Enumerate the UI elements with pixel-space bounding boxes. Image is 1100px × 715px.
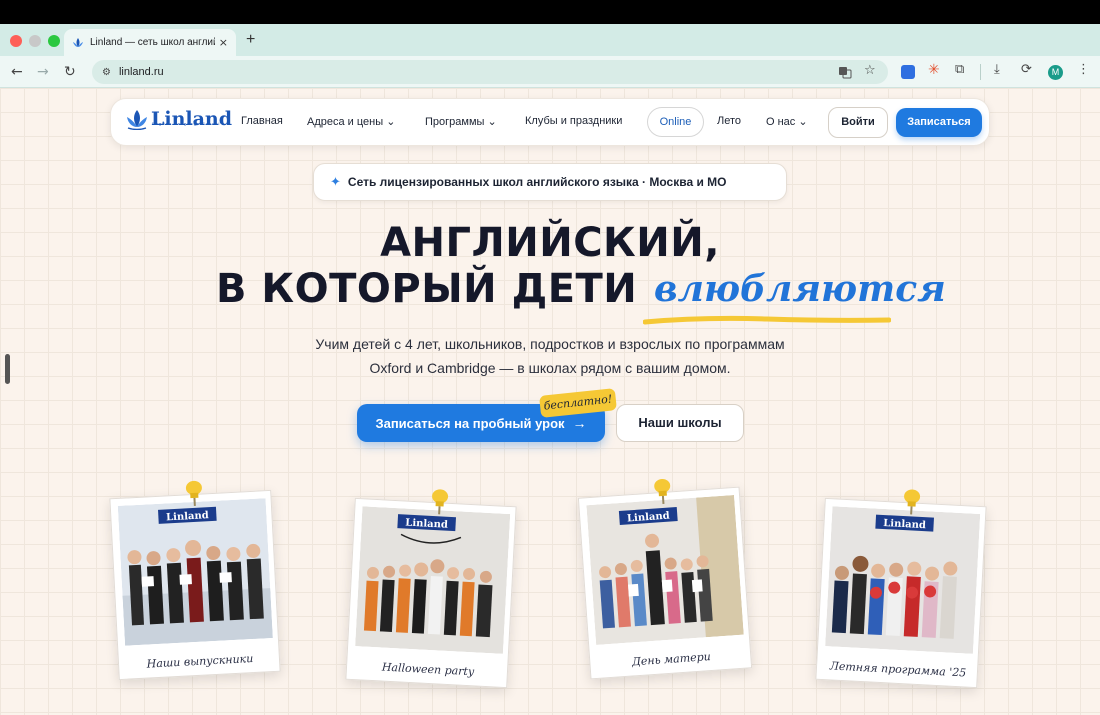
- login-button[interactable]: Войти: [828, 107, 888, 138]
- gallery-card-mothers-day[interactable]: Linland День матери: [577, 478, 753, 680]
- pushpin-icon: [185, 480, 202, 506]
- gallery-caption: Наши выпускники: [146, 652, 254, 671]
- nav-about-label: О нас: [766, 116, 796, 128]
- gallery-photo: Linland: [355, 506, 511, 654]
- site-settings-icon[interactable]: ⚙: [102, 67, 111, 78]
- new-tab-button[interactable]: +: [246, 31, 255, 49]
- nav-clubs[interactable]: Клубы и праздники: [525, 115, 622, 127]
- gallery-card-graduates[interactable]: Linland Наши выпускники: [109, 480, 281, 681]
- arrow-right-icon: →: [572, 415, 587, 431]
- browser-menu-icon[interactable]: ⋮: [1077, 62, 1090, 77]
- gallery-photo: Linland: [825, 506, 981, 654]
- nav-home[interactable]: Главная: [241, 115, 283, 127]
- maximize-window-button[interactable]: [48, 35, 60, 47]
- gallery-caption: Летняя программа '25: [829, 659, 967, 680]
- profile-avatar[interactable]: M: [1048, 65, 1063, 80]
- tab-close-icon[interactable]: ×: [219, 36, 228, 49]
- pushpin-icon: [432, 489, 449, 515]
- nav-online[interactable]: Online: [647, 107, 704, 137]
- performance-icon[interactable]: ⟳: [1021, 62, 1032, 77]
- trial-lesson-label: Записаться на пробный урок: [375, 415, 565, 431]
- logo-wordmark: Linland: [151, 108, 233, 130]
- hero-title-line1: АНГЛИЙСКИЙ,: [380, 220, 720, 266]
- logo-subtitle: English Language School: [152, 121, 221, 126]
- gallery-caption: День матери: [631, 650, 712, 669]
- reload-icon[interactable]: ↻: [64, 64, 76, 80]
- gallery-photo: Linland: [117, 498, 273, 646]
- browser-toolbar: ← → ↻ ⚙ linland.ru ☆ ✳ ⧉ ⤓ ⟳ ⋮: [0, 56, 1100, 88]
- lotus-logo-icon: [127, 110, 147, 130]
- hero-pill: ✦ Сеть лицензированных школ английского …: [313, 163, 787, 201]
- nav-about[interactable]: О нас ⌄: [766, 115, 808, 128]
- nav-addresses-prices[interactable]: Адреса и цены ⌄: [307, 115, 395, 128]
- address-bar[interactable]: ⚙ linland.ru: [92, 60, 888, 84]
- back-icon[interactable]: ←: [11, 64, 23, 80]
- chevron-down-icon: ⌄: [487, 116, 497, 128]
- close-window-button[interactable]: [10, 35, 22, 47]
- hero-title-line2: В КОТОРЫЙ ДЕТИ: [216, 266, 638, 312]
- translate-icon[interactable]: [838, 65, 852, 79]
- pushpin-icon: [904, 489, 921, 515]
- nav-programs[interactable]: Программы ⌄: [425, 115, 497, 128]
- free-badge: бесплатно!: [539, 388, 617, 418]
- forward-icon[interactable]: →: [37, 64, 49, 80]
- title-underline: [643, 315, 891, 325]
- hero-subtitle-line2: Oxford и Cambridge — в школах рядом с ва…: [369, 360, 731, 376]
- our-schools-button[interactable]: Наши школы: [616, 404, 744, 442]
- tab-title: Linland — сеть школ английск: [90, 37, 215, 48]
- extension-icon[interactable]: [901, 65, 915, 79]
- photo-banner: Linland: [883, 518, 926, 531]
- nav-programs-label: Программы: [425, 116, 485, 128]
- chevron-down-icon: ⌄: [798, 116, 808, 128]
- url-text: linland.ru: [118, 66, 164, 78]
- photo-banner: Linland: [166, 510, 209, 523]
- photo-banner: Linland: [405, 518, 448, 531]
- web-page: Linland English Language School Главная …: [0, 88, 1100, 715]
- pill-text: Сеть лицензированных школ английского яз…: [347, 175, 727, 189]
- gallery-card-summer[interactable]: Linland Летняя программа '25: [815, 489, 987, 689]
- toolbar-divider: [980, 64, 981, 80]
- nav-addresses-label: Адреса и цены: [307, 116, 384, 128]
- sparkle-icon: ✦: [330, 174, 341, 190]
- signup-button[interactable]: Записаться: [896, 108, 982, 137]
- gallery-card-halloween[interactable]: Linland Halloween party: [345, 489, 517, 689]
- gallery-caption: Halloween party: [381, 660, 475, 679]
- extensions-puzzle-icon[interactable]: ⧉: [955, 62, 964, 77]
- minimize-window-button[interactable]: [29, 35, 41, 47]
- hero-title-script: влюбляются: [654, 268, 946, 310]
- tab-strip: Linland — сеть школ английск × +: [0, 24, 1100, 56]
- linland-favicon-icon: [73, 37, 83, 47]
- site-logo[interactable]: Linland: [125, 108, 232, 130]
- hero-subtitle-line1: Учим детей с 4 лет, школьников, подростк…: [315, 336, 785, 352]
- browser-tab[interactable]: Linland — сеть школ английск ×: [64, 29, 236, 56]
- bookmark-star-icon[interactable]: ☆: [864, 63, 876, 78]
- gallery-photo: Linland: [586, 494, 744, 645]
- nav-summer[interactable]: Лето: [717, 115, 741, 127]
- window-top-bar: [0, 0, 1100, 24]
- extension-burst-icon[interactable]: ✳: [928, 62, 940, 78]
- download-icon[interactable]: ⤓: [994, 62, 1000, 77]
- pushpin-icon: [654, 478, 671, 504]
- site-header: Linland English Language School Главная …: [110, 98, 990, 146]
- chevron-down-icon: ⌄: [386, 116, 396, 128]
